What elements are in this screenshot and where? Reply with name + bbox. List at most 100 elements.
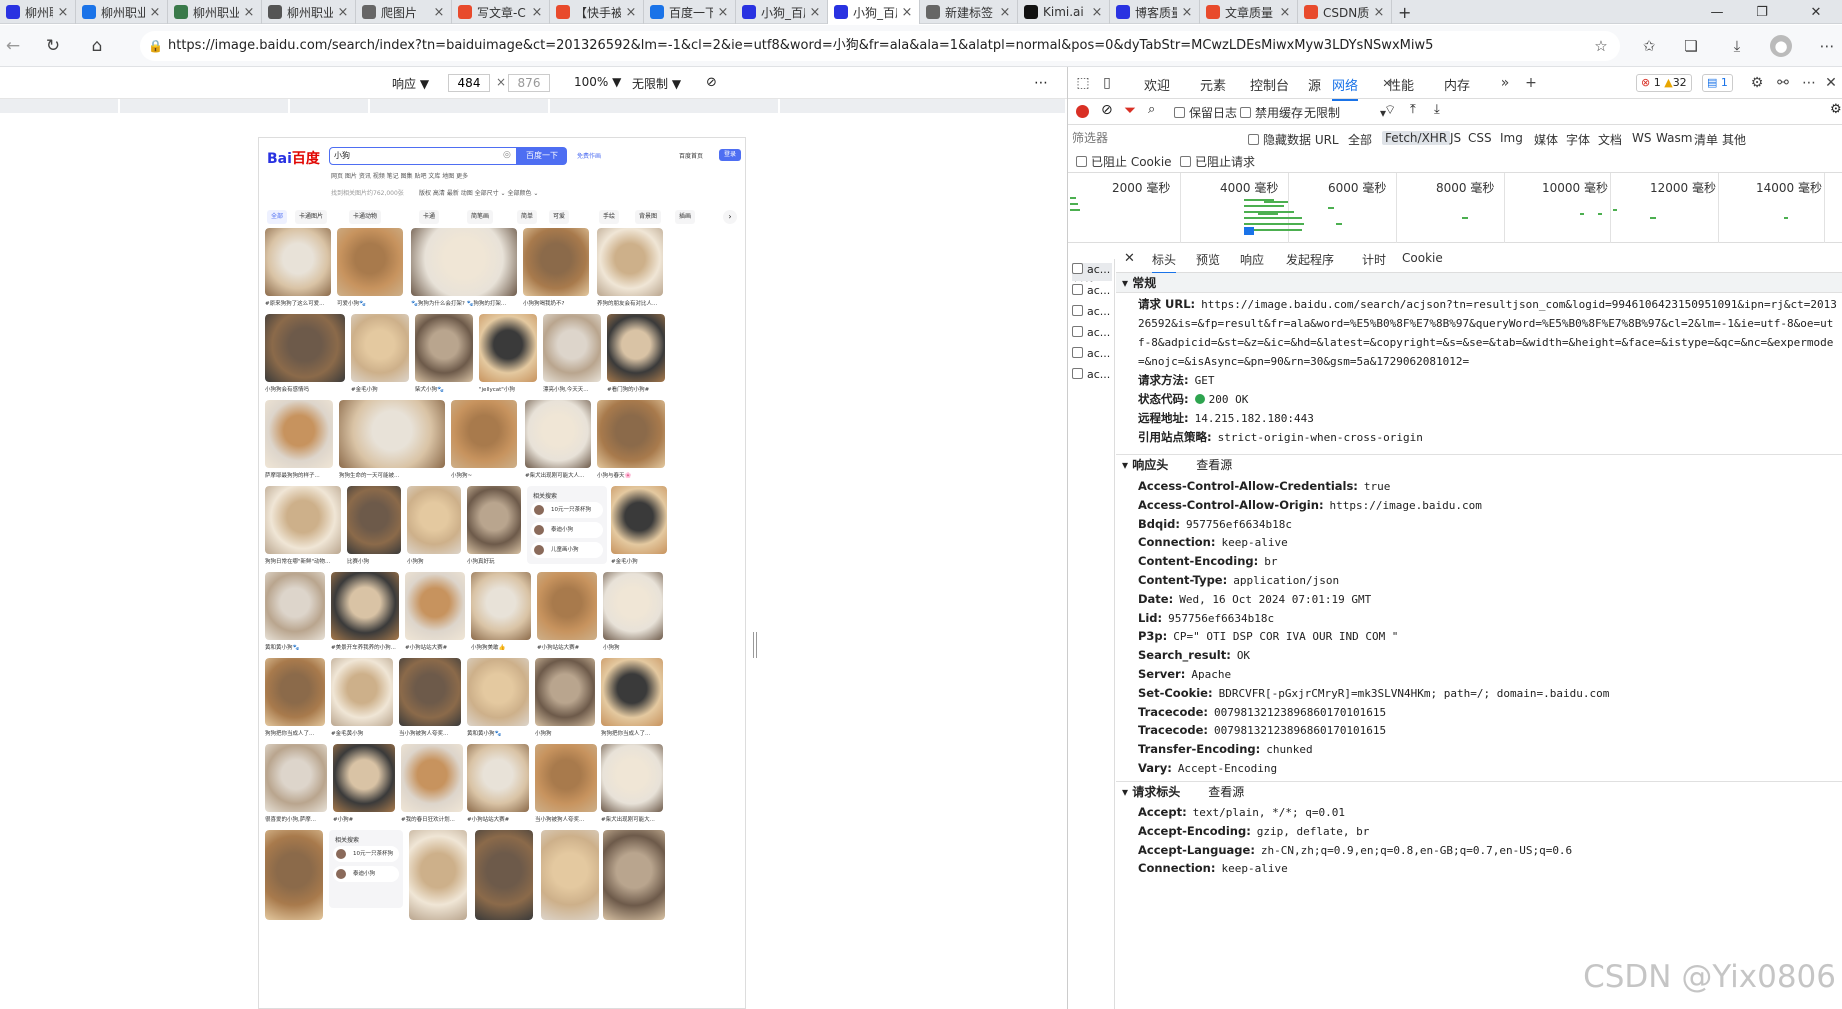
image-result[interactable]: 狗狗把你当成人了...	[265, 658, 325, 740]
category-chip[interactable]: 背景图	[635, 210, 662, 224]
image-result[interactable]: #金毛黄小狗	[331, 658, 393, 740]
add-tab-icon[interactable]: +	[1522, 74, 1540, 92]
resize-handle[interactable]	[753, 632, 757, 658]
devtools-tab[interactable]: 控制台	[1250, 75, 1289, 94]
image-result[interactable]: 狗狗日常在哪"新鲜"动物...	[265, 486, 341, 568]
more-menu-icon[interactable]: ⋯	[1816, 35, 1838, 57]
browser-tab[interactable]: 百度一下 ×	[644, 0, 736, 24]
emulation-more-icon[interactable]: ⋯	[1034, 75, 1048, 91]
baidu-logo[interactable]: Bai百度	[267, 148, 320, 168]
tab-close-icon[interactable]: ×	[243, 5, 255, 20]
devtools-tab[interactable]: 欢迎	[1144, 75, 1170, 94]
import-icon[interactable]: ⤒	[1410, 102, 1416, 117]
close-window-button[interactable]: ✕	[1796, 0, 1836, 24]
type-filter-all[interactable]: 全部	[1348, 131, 1372, 148]
image-result[interactable]: #小狗站站大赛#	[405, 572, 465, 654]
category-nav[interactable]: 网页 图片 资讯 视频 笔记 图集 贴吧 文库 地图 更多	[331, 171, 468, 180]
device-mode-select[interactable]: 响应 ▼	[392, 75, 429, 92]
image-result[interactable]	[265, 830, 323, 920]
type-filter[interactable]: 文档	[1598, 131, 1622, 148]
browser-tab[interactable]: 小狗_百度 ×	[828, 0, 920, 24]
filter-row[interactable]: 版权 高清 最新 动图 全部尺寸 ⌄ 全部颜色 ⌄	[419, 188, 538, 197]
image-result[interactable]: 很喜爱的小狗,萨摩...	[265, 744, 327, 826]
details-tab[interactable]: Cookie	[1402, 251, 1443, 265]
tab-close-icon[interactable]: ×	[1091, 5, 1103, 20]
tab-close-icon[interactable]: ×	[717, 5, 729, 20]
tab-close-icon[interactable]: ×	[625, 5, 637, 20]
issues-badge[interactable]: ⊗ 1 ▲32	[1636, 74, 1692, 92]
tab-close-icon[interactable]: ×	[149, 5, 161, 20]
browser-tab[interactable]: CSDN质 ×	[1298, 0, 1392, 24]
close-devtools-icon[interactable]: ✕	[1822, 74, 1840, 92]
minimize-button[interactable]: —	[1697, 0, 1737, 24]
settings-gear-icon[interactable]: ⚙	[1748, 74, 1766, 92]
image-result[interactable]	[541, 830, 599, 920]
related-search-item[interactable]: 10元一只茶杯狗	[531, 502, 603, 518]
image-result[interactable]: 当小狗被狗人夸奖...	[535, 744, 597, 826]
maximize-button[interactable]: ❐	[1742, 0, 1782, 24]
zoom-select[interactable]: 100% ▼	[574, 75, 621, 89]
camera-icon[interactable]: ◎	[503, 150, 511, 160]
category-chip[interactable]: 手绘	[599, 210, 620, 224]
blocked-cookie-checkbox[interactable]: 已阻止 Cookie	[1076, 153, 1172, 170]
tab-close-icon[interactable]: ×	[901, 5, 913, 20]
type-filter[interactable]: Fetch/XHR	[1382, 131, 1451, 145]
category-chip[interactable]: 简单	[517, 210, 538, 224]
login-button[interactable]: 登录	[719, 149, 741, 161]
image-result[interactable]: 🐾狗狗为什么会打架? 🐾狗狗的打架...	[411, 228, 517, 310]
viewport-height-input[interactable]	[508, 74, 550, 92]
image-result[interactable]: 可爱小狗🐾	[337, 228, 403, 310]
downloads-icon[interactable]: ⤓	[1726, 35, 1748, 57]
collections-icon[interactable]: ❏	[1680, 35, 1702, 57]
type-filter[interactable]: 字体	[1566, 131, 1590, 148]
details-tab[interactable]: 计时	[1362, 251, 1386, 268]
filter-input[interactable]	[1072, 129, 1208, 147]
tab-close-icon[interactable]: ×	[433, 5, 445, 20]
category-chip[interactable]: 简笔画	[467, 210, 494, 224]
image-result[interactable]: #金毛小狗	[351, 314, 409, 396]
image-result[interactable]: 黄和黄小狗🐾	[265, 572, 325, 654]
image-result[interactable]: #看门狗的小狗#	[607, 314, 665, 396]
browser-tab[interactable]: 柳州职业 ×	[262, 0, 356, 24]
type-filter[interactable]: 其他	[1722, 131, 1746, 148]
image-result[interactable]	[475, 830, 533, 920]
filter-funnel-icon[interactable]: ⏷	[1124, 101, 1136, 119]
image-result[interactable]: 养狗的朋友会有对比人...	[597, 228, 663, 310]
general-section-header[interactable]: ▾ 常规	[1116, 273, 1842, 293]
image-result[interactable]: #小狗站站大赛#	[537, 572, 597, 654]
browser-tab[interactable]: 新建标签 ×	[920, 0, 1018, 24]
viewport-width-input[interactable]	[448, 74, 490, 92]
related-search-item[interactable]: 10元一只茶杯狗	[333, 846, 399, 862]
request-row[interactable]: ac...	[1072, 368, 1112, 386]
response-view-source-link[interactable]: 查看源	[1196, 458, 1232, 472]
category-chip[interactable]: 卡通动物	[349, 210, 382, 224]
baidu-home-link[interactable]: 百度首页	[679, 151, 703, 160]
category-chip[interactable]: 全部	[267, 210, 288, 224]
image-result[interactable]: #小狗站站大赛#	[467, 744, 529, 826]
request-row[interactable]: ac...	[1072, 347, 1112, 365]
image-result[interactable]: #小狗#	[333, 744, 395, 826]
throttle-select[interactable]: 无限制 ▾	[1304, 104, 1386, 121]
disable-cache-checkbox[interactable]: 禁用缓存	[1240, 104, 1303, 121]
close-tab-icon[interactable]: ✕	[1378, 74, 1396, 92]
refresh-icon[interactable]: ↻	[42, 35, 64, 57]
details-tab[interactable]: 响应	[1240, 251, 1264, 268]
type-filter[interactable]: WS	[1632, 131, 1651, 145]
image-result[interactable]: 小狗狗	[407, 486, 461, 568]
image-result[interactable]: #原来狗狗了这么可爱...	[265, 228, 331, 310]
browser-tab[interactable]: 小狗_百度 ×	[736, 0, 828, 24]
image-result[interactable]: 漂亮小狗,今天天...	[543, 314, 601, 396]
image-result[interactable]	[603, 830, 665, 920]
related-search-item[interactable]: 儿童画小狗	[531, 542, 603, 558]
baidu-search-input[interactable]: 小狗	[329, 147, 517, 165]
type-filter[interactable]: 媒体	[1534, 131, 1558, 148]
close-details-icon[interactable]: ✕	[1124, 251, 1135, 266]
browser-tab[interactable]: 写文章-C ×	[452, 0, 550, 24]
browser-tab[interactable]: 爬图片 ×	[356, 0, 452, 24]
image-result[interactable]: 狗狗把你当成人了...	[601, 658, 663, 740]
response-headers-section-header[interactable]: ▾ 响应头 查看源	[1116, 454, 1842, 474]
category-chip[interactable]: 卡通	[419, 210, 440, 224]
browser-tab[interactable]: 文章质量 ×	[1200, 0, 1298, 24]
devtools-tab[interactable]: 网络	[1332, 75, 1359, 101]
inspect-element-icon[interactable]: ⬚	[1074, 74, 1092, 92]
